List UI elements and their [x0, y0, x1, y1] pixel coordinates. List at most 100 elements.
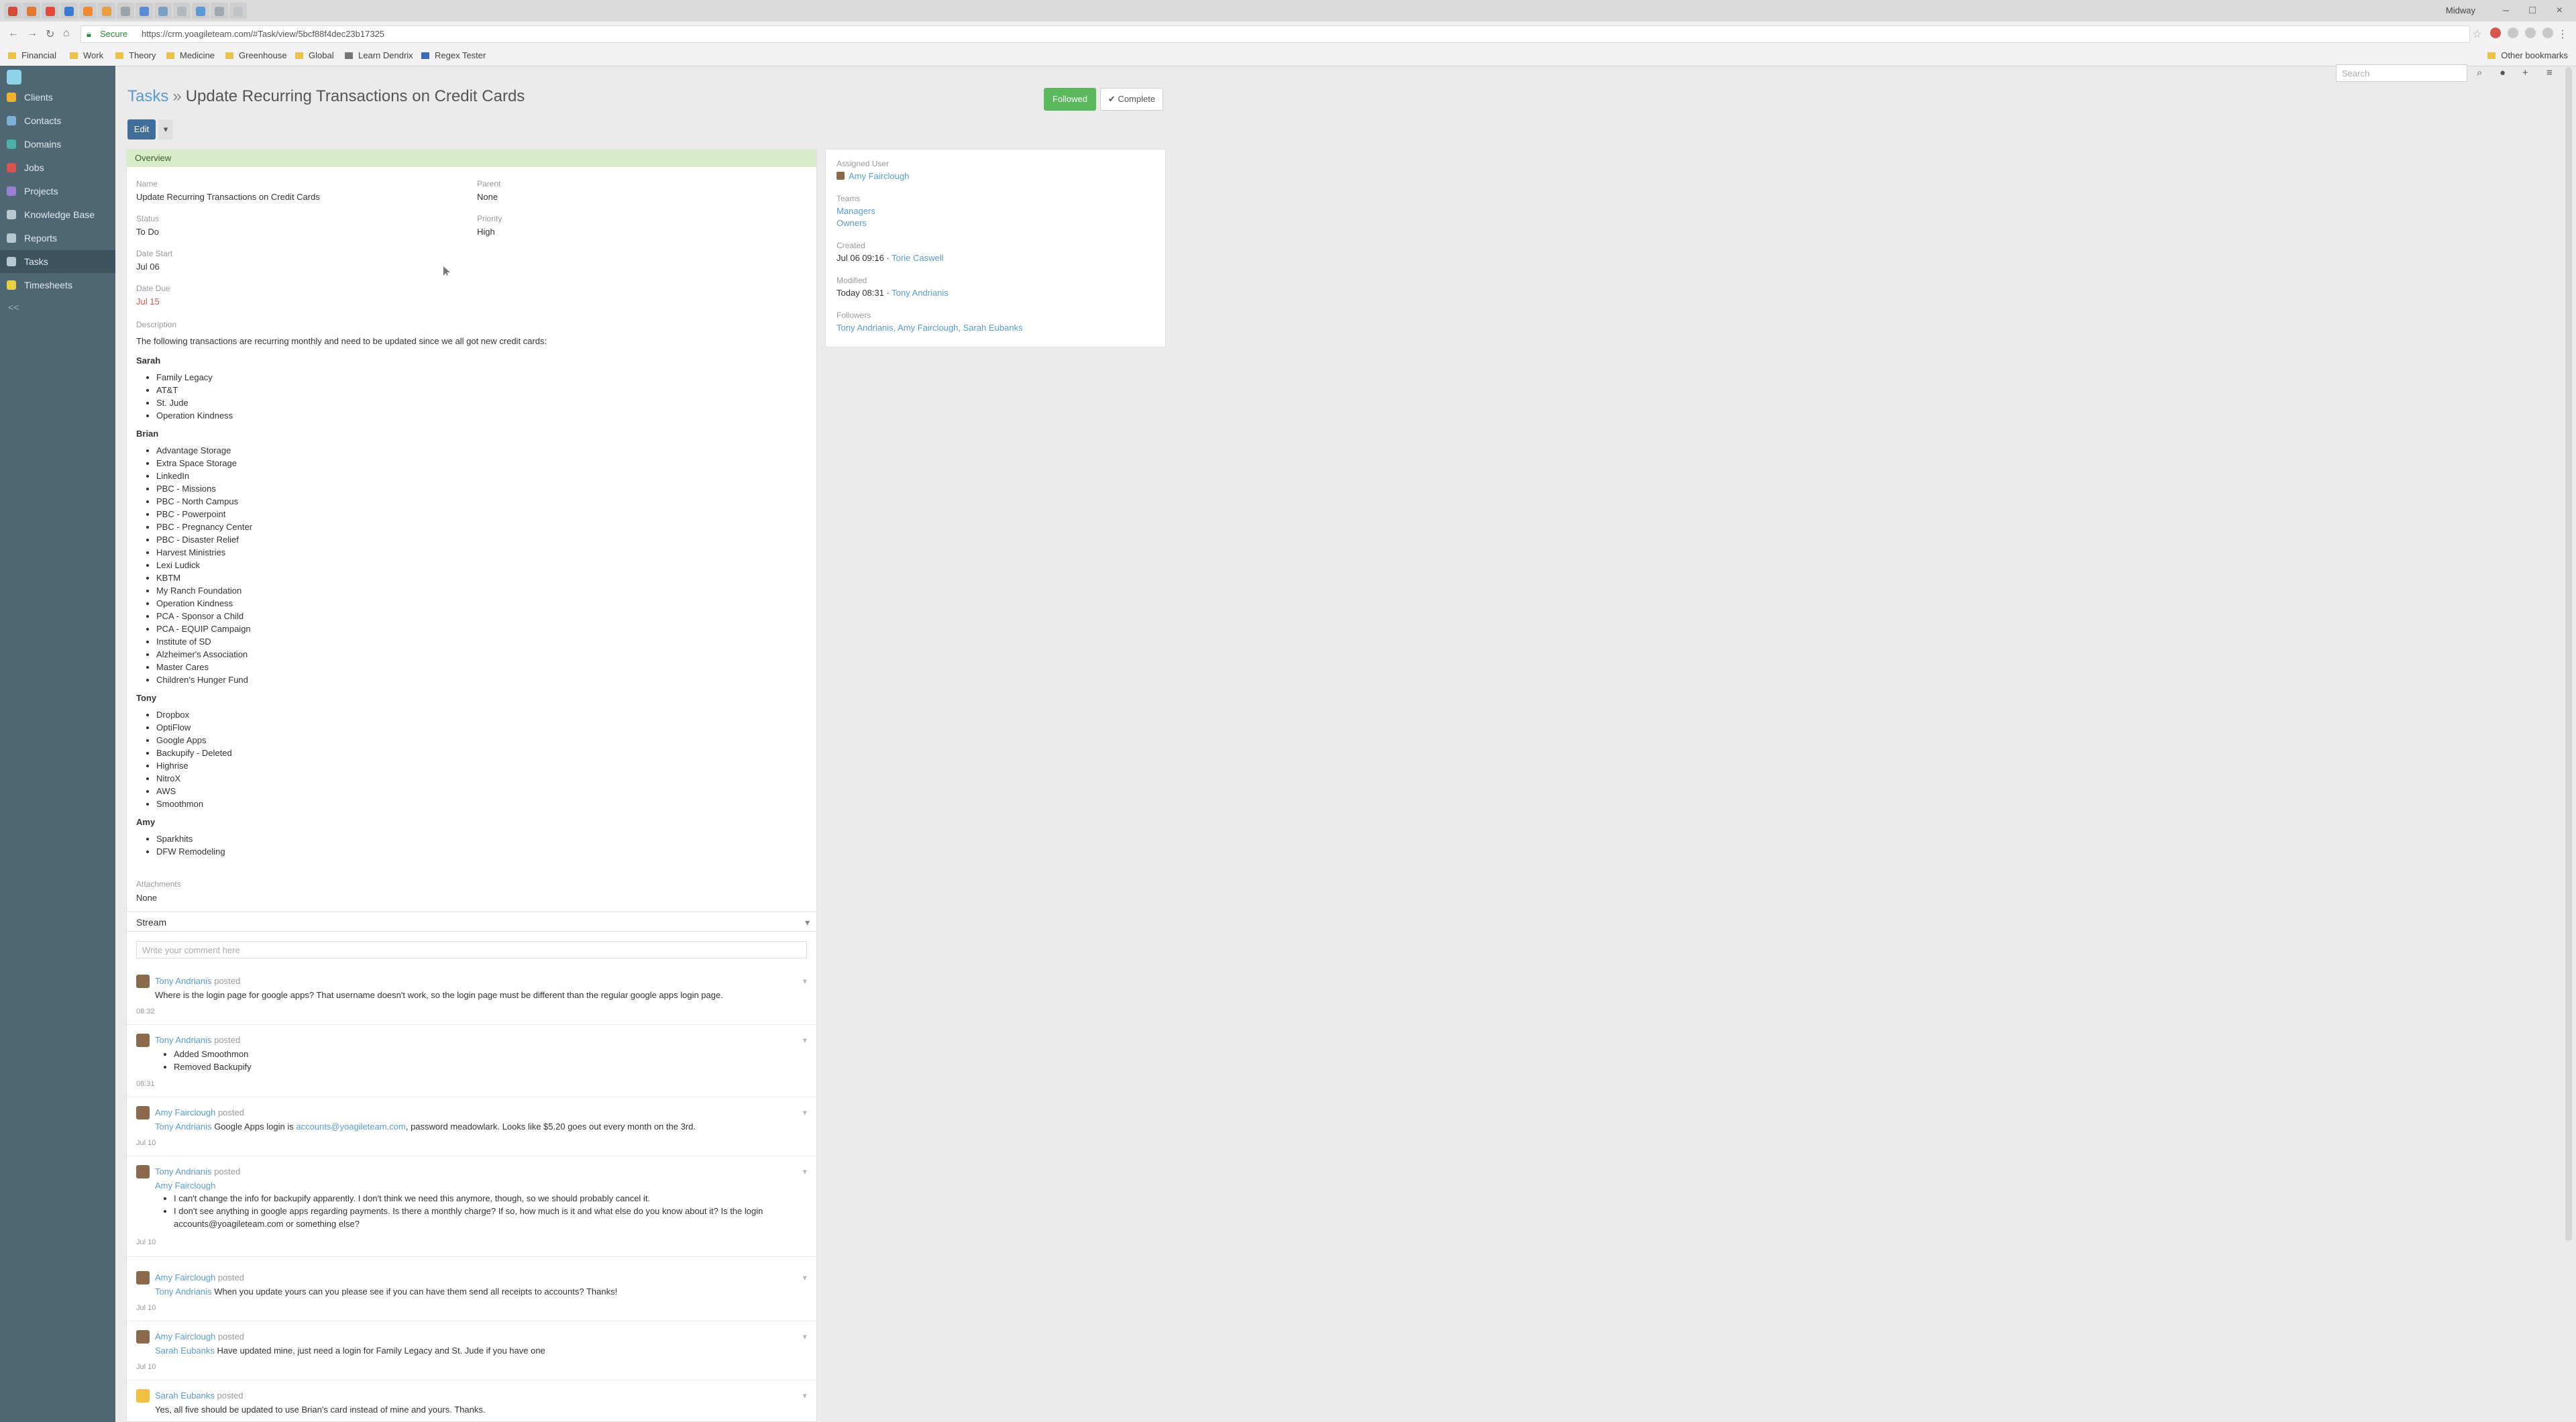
- add-icon[interactable]: +: [2522, 67, 2528, 78]
- bookmark-item[interactable]: Medicine: [166, 50, 215, 60]
- extension-icon[interactable]: [2508, 28, 2518, 38]
- post-author[interactable]: Sarah Eubanks: [155, 1390, 215, 1401]
- post-body: Tony Andrianis When you update yours can…: [155, 1287, 618, 1297]
- sidebar-item-clients[interactable]: Clients: [0, 86, 115, 109]
- comment-input[interactable]: Write your comment here: [136, 941, 807, 959]
- post-menu-icon[interactable]: ▾: [802, 975, 807, 987]
- post-author[interactable]: Tony Andrianis: [155, 1166, 212, 1177]
- post-menu-icon[interactable]: ▾: [802, 1106, 807, 1119]
- search-icon[interactable]: ⌕: [2477, 67, 2482, 78]
- sidebar-item-jobs[interactable]: Jobs: [0, 156, 115, 179]
- bookmark-item[interactable]: Greenhouse: [225, 50, 287, 60]
- bookmark-item[interactable]: Work: [70, 50, 103, 60]
- avatar[interactable]: [136, 1389, 150, 1403]
- post-menu-icon[interactable]: ▾: [802, 1034, 807, 1046]
- home-icon[interactable]: ⌂: [63, 28, 70, 40]
- back-icon[interactable]: ←: [8, 28, 19, 40]
- browser-tab[interactable]: [154, 3, 172, 19]
- list-item: Smoothmon: [156, 798, 807, 810]
- mention-link[interactable]: Sarah Eubanks: [155, 1346, 215, 1356]
- avatar[interactable]: [136, 1330, 150, 1344]
- browser-tab[interactable]: [23, 3, 40, 19]
- sidebar-item-reports[interactable]: Reports: [0, 227, 115, 250]
- star-icon[interactable]: ☆: [2473, 28, 2482, 41]
- browser-tab[interactable]: [98, 3, 115, 19]
- browser-user-name[interactable]: Midway: [2446, 5, 2475, 15]
- followers-value[interactable]: Tony Andrianis, Amy Fairclough, Sarah Eu…: [837, 323, 1022, 333]
- browser-tab[interactable]: [136, 3, 153, 19]
- sidebar-item-projects[interactable]: Projects: [0, 180, 115, 203]
- extension-icon[interactable]: [2525, 28, 2536, 38]
- menu-icon[interactable]: ≡: [2546, 67, 2553, 78]
- post-author[interactable]: Amy Fairclough: [155, 1331, 215, 1342]
- app-icon: [102, 7, 111, 16]
- mention-link[interactable]: Tony Andrianis: [155, 1287, 212, 1297]
- avatar[interactable]: [136, 975, 150, 988]
- bookmark-item[interactable]: Learn Dendrix: [345, 50, 413, 60]
- other-bookmarks[interactable]: Other bookmarks: [2487, 50, 2568, 60]
- browser-tab[interactable]: [173, 3, 191, 19]
- page-icon: [345, 52, 353, 59]
- mention-link[interactable]: Tony Andrianis: [155, 1122, 212, 1132]
- folder-icon: [225, 52, 233, 59]
- reload-icon[interactable]: ↻: [46, 28, 54, 41]
- email-link[interactable]: accounts@yoagileteam.com: [296, 1122, 406, 1132]
- browser-tab[interactable]: [229, 3, 247, 19]
- avatar[interactable]: [136, 1034, 150, 1047]
- edit-button[interactable]: Edit: [127, 119, 156, 140]
- global-search-input[interactable]: Search: [2336, 64, 2467, 82]
- post-author[interactable]: Amy Fairclough: [155, 1107, 215, 1117]
- sidebar-item-knowledge-base[interactable]: Knowledge Base: [0, 203, 115, 226]
- browser-tab[interactable]: [192, 3, 209, 19]
- list-item: Extra Space Storage: [156, 457, 807, 470]
- avatar[interactable]: [136, 1106, 150, 1119]
- group-name: Tony: [136, 693, 157, 703]
- post-menu-icon[interactable]: ▾: [802, 1389, 807, 1402]
- browser-tab[interactable]: [42, 3, 59, 19]
- browser-tab[interactable]: [4, 3, 21, 19]
- team-link[interactable]: Managers: [837, 206, 875, 216]
- url-text[interactable]: https://crm.yoagileteam.com/#Task/view/5…: [142, 26, 384, 42]
- post-author[interactable]: Tony Andrianis: [155, 1035, 212, 1045]
- avatar[interactable]: [136, 1271, 150, 1284]
- sidebar-item-domains[interactable]: Domains: [0, 133, 115, 156]
- extension-icon[interactable]: [2542, 28, 2553, 38]
- post-menu-icon[interactable]: ▾: [802, 1330, 807, 1343]
- team-link[interactable]: Owners: [837, 218, 867, 228]
- post-menu-icon[interactable]: ▾: [802, 1165, 807, 1178]
- app-logo[interactable]: [7, 70, 21, 85]
- minimize-icon[interactable]: –: [2503, 5, 2509, 17]
- browser-tab[interactable]: [117, 3, 134, 19]
- browser-menu-icon[interactable]: ⋮: [2557, 28, 2568, 41]
- post-menu-icon[interactable]: ▾: [802, 1271, 807, 1284]
- stream-header: Stream ▾: [127, 912, 816, 932]
- avatar[interactable]: [136, 1165, 150, 1179]
- forward-icon[interactable]: →: [27, 28, 38, 40]
- bookmark-item[interactable]: Global: [295, 50, 334, 60]
- browser-tab[interactable]: [60, 3, 78, 19]
- address-bar[interactable]: 🔒︎ Secure https://crm.yoagileteam.com/#T…: [80, 25, 2470, 43]
- notifications-icon[interactable]: ●: [2500, 67, 2506, 78]
- bookmark-item[interactable]: Theory: [115, 50, 156, 60]
- maximize-icon[interactable]: □: [2529, 5, 2536, 17]
- bookmark-item[interactable]: Financial: [8, 50, 56, 60]
- scrollbar[interactable]: [2565, 67, 2572, 1241]
- sidebar-item-tasks[interactable]: Tasks: [0, 250, 115, 273]
- sidebar-item-timesheets[interactable]: Timesheets: [0, 274, 115, 296]
- bookmark-item[interactable]: Regex Tester: [421, 50, 486, 60]
- list-item: Advantage Storage: [156, 444, 807, 457]
- browser-tab[interactable]: [79, 3, 97, 19]
- complete-button[interactable]: ✔ Complete: [1100, 88, 1163, 111]
- sidebar-item-contacts[interactable]: Contacts: [0, 109, 115, 132]
- followed-button[interactable]: Followed: [1044, 88, 1096, 111]
- mention-link[interactable]: Amy Fairclough: [155, 1179, 799, 1192]
- breadcrumb-tasks-link[interactable]: Tasks: [127, 87, 168, 105]
- browser-tab[interactable]: [211, 3, 228, 19]
- sidebar-collapse-button[interactable]: <<: [8, 302, 19, 313]
- post-author[interactable]: Tony Andrianis: [155, 976, 212, 986]
- stream-options-icon[interactable]: ▾: [805, 912, 810, 932]
- post-author[interactable]: Amy Fairclough: [155, 1272, 215, 1282]
- extension-icon[interactable]: [2490, 28, 2501, 38]
- close-icon[interactable]: ×: [2557, 5, 2563, 17]
- more-actions-button[interactable]: ▾: [158, 119, 173, 140]
